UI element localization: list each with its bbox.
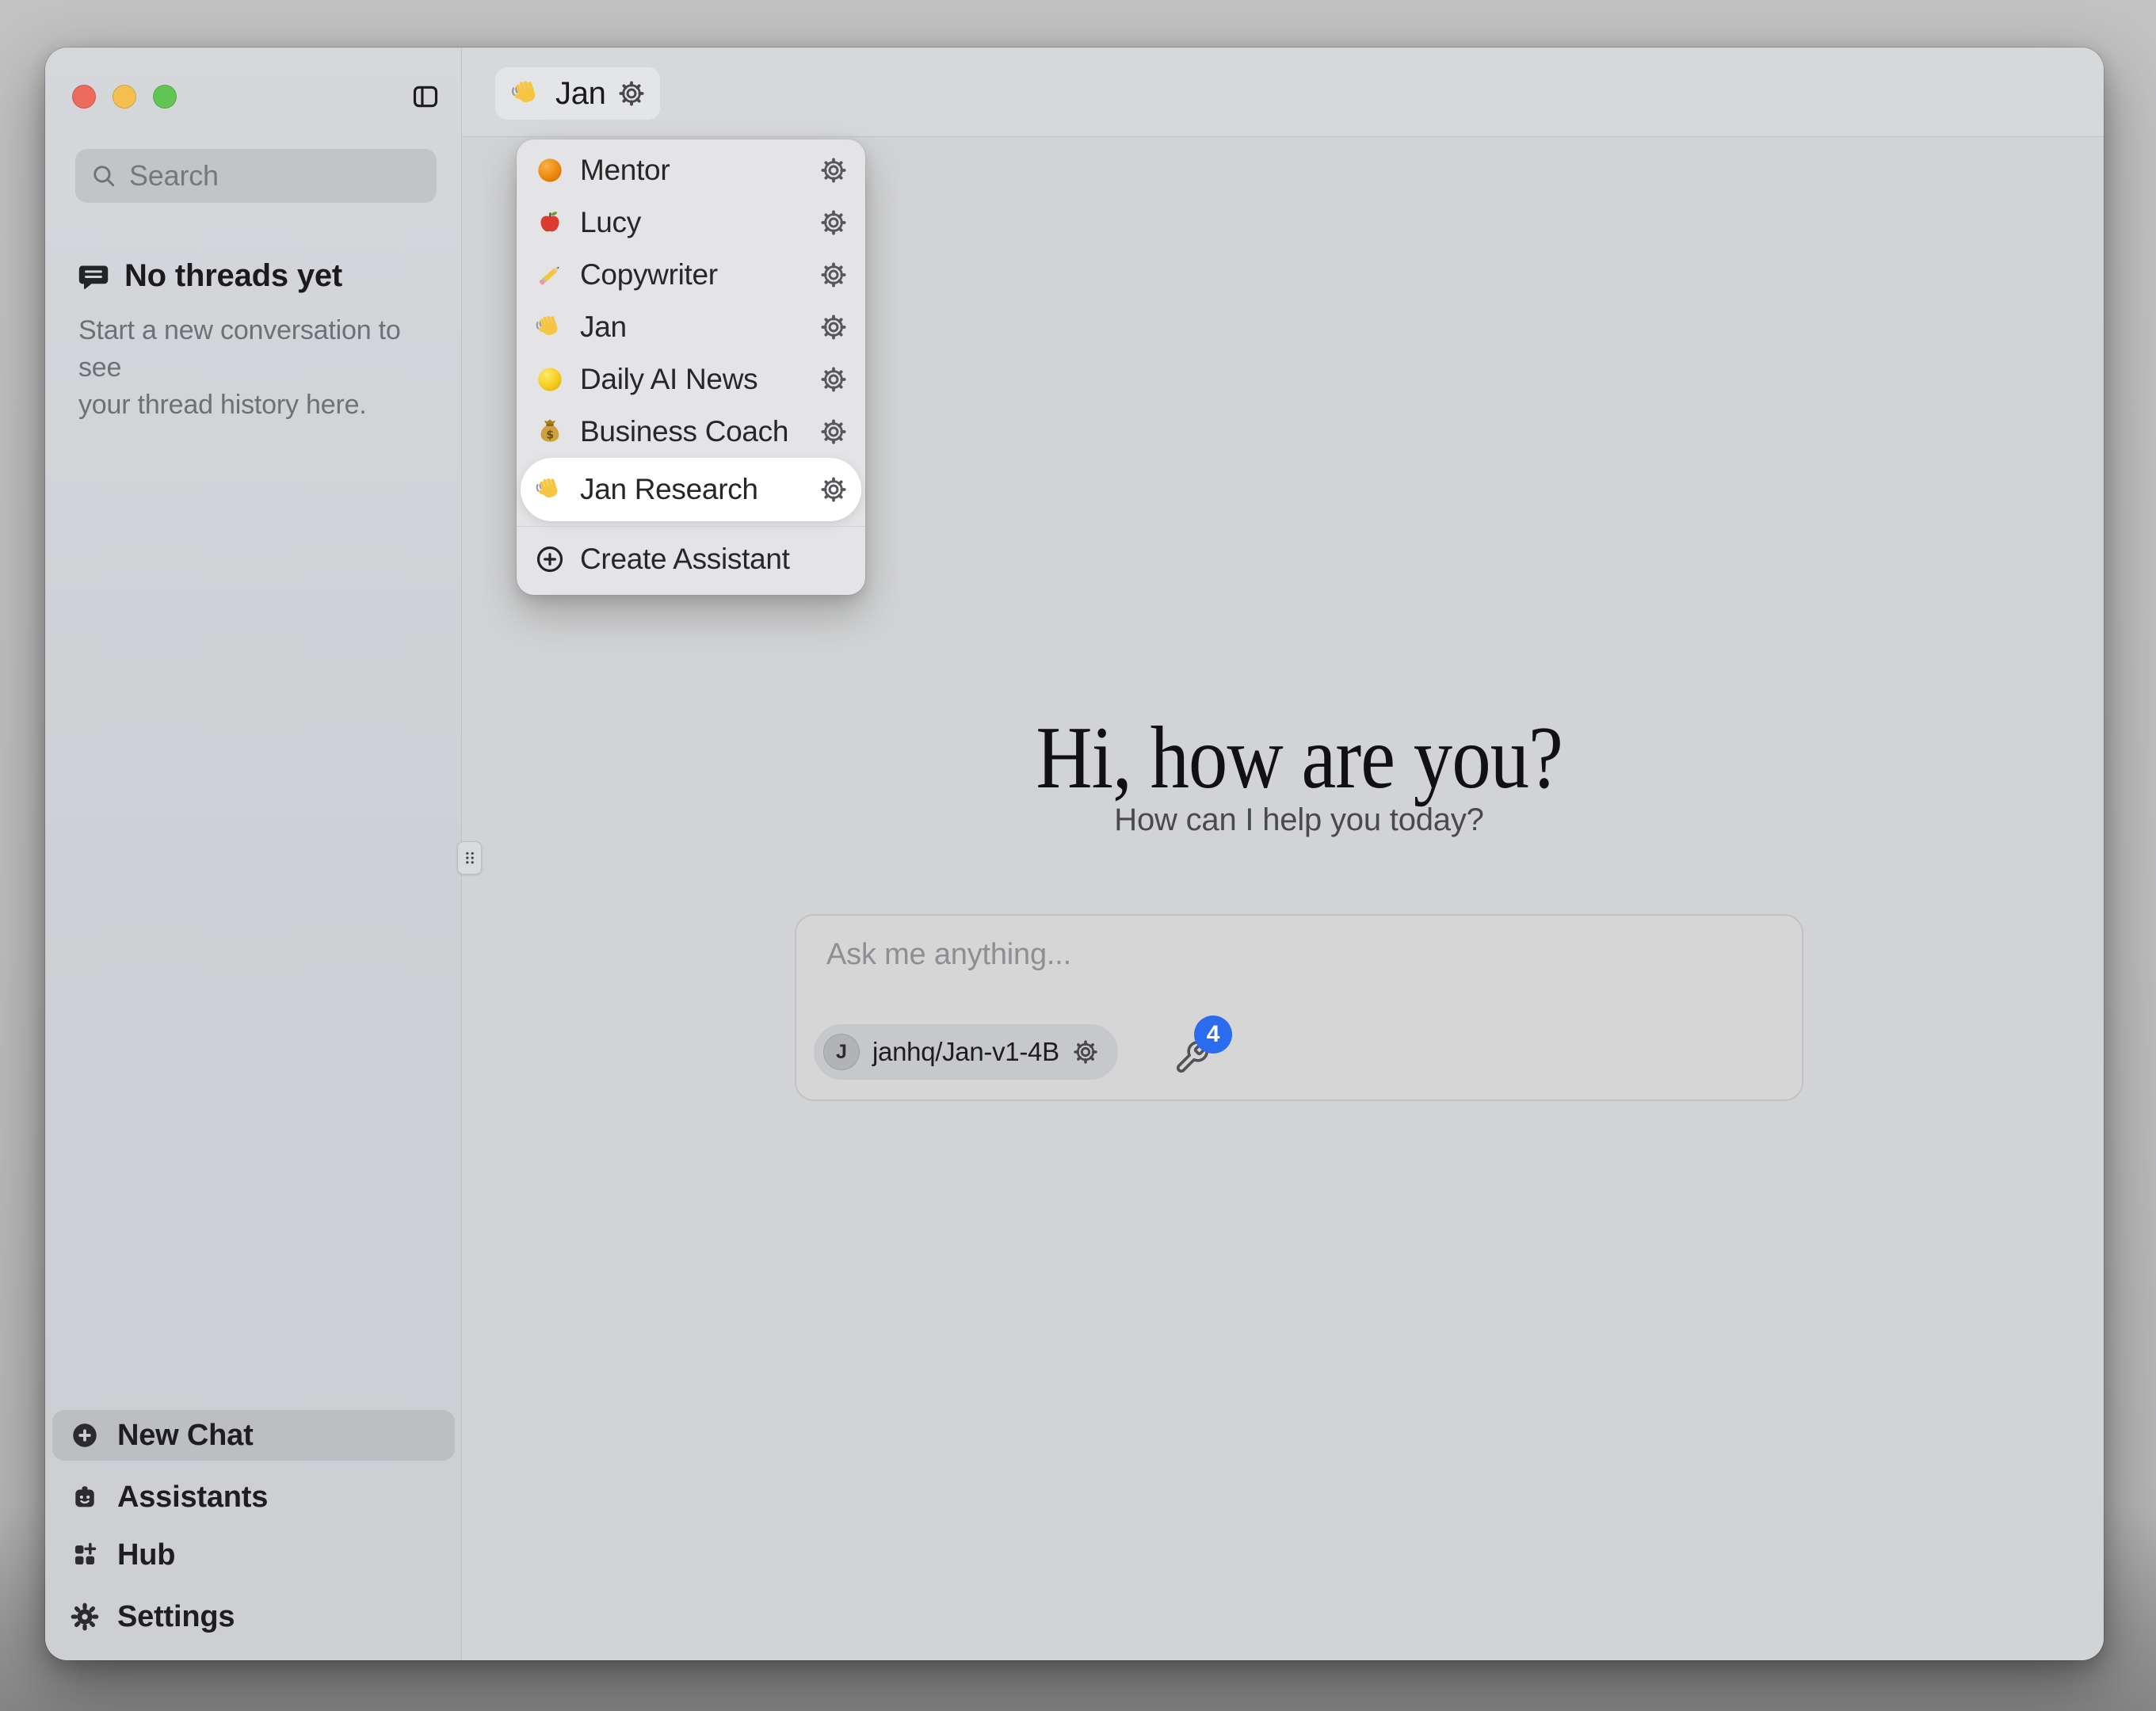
plus-circle-outline-icon [534,543,566,575]
tools-button[interactable]: 4 [1169,1016,1248,1095]
empty-state-line1: Start a new conversation to see [78,315,401,383]
search-input[interactable] [129,159,498,192]
search-field[interactable] [75,149,437,203]
empty-state-header: No threads yet [77,258,342,294]
assistant-menu-item-label: Lucy [580,206,805,239]
hub-grid-icon [70,1540,100,1570]
assistant-menu-item-label: Daily AI News [580,363,805,396]
search-icon [90,162,118,190]
sidebar-toggle-icon [411,82,440,111]
assistant-menu-item-jan-research[interactable]: Jan Research [521,458,861,521]
assistant-selector-label: Jan [555,76,606,112]
composer[interactable]: J janhq/Jan-v1-4B 4 [795,914,1803,1101]
wave-emoji [534,311,566,343]
assistant-menu-item-label: Mentor [580,154,805,187]
zoom-window-button[interactable] [153,85,177,109]
model-avatar: J [823,1034,860,1070]
empty-state-description: Start a new conversation to see your thre… [78,312,427,424]
assistant-settings-gear-icon[interactable] [819,261,848,289]
sidebar: No threads yet Start a new conversation … [45,48,462,1660]
gear-icon[interactable] [1072,1038,1099,1065]
orange-circle-emoji [534,154,566,186]
empty-state-title: No threads yet [124,258,342,294]
assistant-menu-item-label: Jan Research [580,473,805,506]
assistant-menu-item-daily-ai-news[interactable]: Daily AI News [517,353,865,406]
create-assistant-label: Create Assistant [580,543,848,576]
assistant-menu-item-jan[interactable]: Jan [517,301,865,353]
sidebar-item-label: Assistants [117,1480,268,1515]
close-window-button[interactable] [72,85,96,109]
assistant-menu-item-business-coach[interactable]: Business Coach [517,406,865,458]
sidebar-item-hub[interactable]: Hub [52,1530,455,1580]
assistant-menu-item-label: Business Coach [580,415,805,448]
sidebar-item-settings[interactable]: Settings [52,1591,455,1642]
assistant-menu-item-copywriter[interactable]: Copywriter [517,249,865,301]
message-input[interactable] [826,938,1772,972]
sidebar-item-label: Hub [117,1538,175,1572]
pencil-emoji [534,259,566,291]
gear-icon[interactable] [617,79,646,108]
assistant-menu: Mentor Lucy Copywriter Jan Daily AI News [517,139,865,595]
tools-count-badge: 4 [1194,1016,1232,1054]
assistant-settings-gear-icon[interactable] [819,365,848,394]
sidebar-item-label: New Chat [117,1419,254,1453]
assistant-menu-item-label: Jan [580,311,805,344]
gear-icon [70,1602,100,1632]
sidebar-item-assistants[interactable]: Assistants [52,1472,455,1522]
apple-emoji [534,207,566,238]
assistant-settings-gear-icon[interactable] [819,156,848,185]
assistant-selector-button[interactable]: Jan [495,67,660,120]
minimize-window-button[interactable] [113,85,136,109]
wave-emoji [534,474,566,505]
greeting-subtitle: How can I help you today? [795,798,1803,841]
menu-separator [517,526,865,527]
model-selector-button[interactable]: J janhq/Jan-v1-4B [814,1024,1118,1080]
money-bag-emoji [534,416,566,448]
window-controls [72,85,177,109]
plus-circle-icon [70,1420,100,1450]
assistant-settings-gear-icon[interactable] [819,313,848,341]
assistant-settings-gear-icon[interactable] [819,417,848,446]
main-area: Jan Mentor Lucy Copywriter [462,48,2104,1660]
yellow-circle-emoji [534,364,566,395]
assistant-menu-item-label: Copywriter [580,258,805,292]
model-name: janhq/Jan-v1-4B [872,1037,1059,1067]
assistant-settings-gear-icon[interactable] [819,208,848,237]
greeting-title: Hi, how are you? [795,707,1803,810]
greeting-section: Hi, how are you? How can I help you toda… [795,48,1803,1660]
app-window: No threads yet Start a new conversation … [45,48,2104,1660]
toggle-sidebar-button[interactable] [411,82,440,111]
wave-emoji [509,76,544,111]
assistant-menu-item-mentor[interactable]: Mentor [517,144,865,196]
grip-dots-icon [460,846,479,870]
robot-icon [70,1482,100,1512]
sidebar-resize-handle[interactable] [457,841,482,875]
sidebar-item-new-chat[interactable]: New Chat [52,1410,455,1461]
empty-state-line2: your thread history here. [78,390,367,420]
assistant-settings-gear-icon[interactable] [819,475,848,504]
create-assistant-button[interactable]: Create Assistant [517,532,865,587]
chat-bubble-icon [77,260,110,293]
assistant-menu-item-lucy[interactable]: Lucy [517,196,865,249]
sidebar-item-label: Settings [117,1600,235,1634]
